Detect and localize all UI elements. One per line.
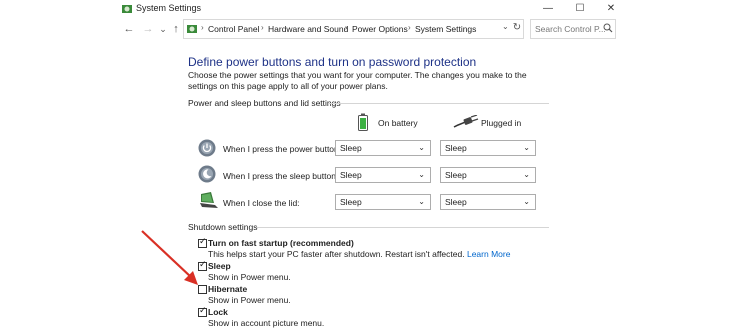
- fast-startup-description: This helps start your PC faster after sh…: [208, 249, 510, 259]
- close-button[interactable]: ✕: [598, 0, 624, 18]
- refresh-button[interactable]: ↻: [511, 21, 523, 35]
- select-value: Sleep: [445, 197, 467, 207]
- forward-button[interactable]: →: [141, 22, 155, 36]
- breadcrumb-control-panel[interactable]: Control Panel: [208, 24, 260, 34]
- chevron-down-icon: ⌄: [523, 170, 530, 179]
- control-panel-app-icon: [122, 5, 132, 13]
- chevron-down-icon: ⌄: [523, 197, 530, 206]
- sleep-option-description: Show in Power menu.: [208, 272, 291, 282]
- window-title: System Settings: [136, 3, 202, 13]
- breadcrumb-separator-icon: ›: [261, 23, 264, 32]
- sleep-button-plugged-in-select[interactable]: Sleep ⌄: [440, 167, 536, 183]
- close-lid-label: When I close the lid:: [223, 198, 300, 208]
- search-placeholder: Search Control P...: [535, 24, 606, 34]
- close-lid-on-battery-select[interactable]: Sleep ⌄: [335, 194, 431, 210]
- hibernate-option-description: Show in Power menu.: [208, 295, 291, 305]
- maximize-button[interactable]: ☐: [567, 0, 593, 18]
- lock-option-title: Lock: [208, 307, 228, 317]
- back-button[interactable]: ←: [122, 22, 136, 36]
- sleep-button-icon: [198, 165, 216, 183]
- breadcrumb-system-settings[interactable]: System Settings: [415, 24, 476, 34]
- page-description: Choose the power settings that you want …: [188, 70, 527, 91]
- page-title: Define power buttons and turn on passwor…: [188, 55, 477, 69]
- lock-checkbox[interactable]: [198, 306, 207, 317]
- chevron-down-icon: ⌄: [418, 143, 425, 152]
- breadcrumb-separator-icon: ›: [345, 23, 348, 32]
- power-button-label: When I press the power button:: [223, 144, 342, 154]
- control-panel-icon: [187, 25, 197, 33]
- hibernate-option-title: Hibernate: [208, 284, 248, 294]
- lock-option-description: Show in account picture menu.: [208, 318, 325, 328]
- select-value: Sleep: [340, 170, 362, 180]
- chevron-down-icon: ⌄: [523, 143, 530, 152]
- fast-startup-title: Turn on fast startup (recommended): [208, 238, 354, 248]
- battery-icon: [358, 113, 368, 131]
- power-button-icon: [198, 139, 216, 157]
- select-value: Sleep: [340, 143, 362, 153]
- annotation-arrow-icon: [141, 230, 198, 285]
- minimize-button[interactable]: —: [535, 0, 561, 18]
- up-button[interactable]: ↑: [169, 22, 183, 36]
- address-dropdown-icon[interactable]: ⌄: [502, 22, 510, 31]
- sleep-button-label: When I press the sleep button:: [223, 171, 339, 181]
- search-icon[interactable]: [603, 23, 613, 33]
- select-value: Sleep: [445, 143, 467, 153]
- recent-locations-button[interactable]: ⌄: [156, 22, 170, 36]
- chevron-down-icon: ⌄: [418, 197, 425, 206]
- learn-more-link[interactable]: Learn More: [467, 249, 510, 259]
- breadcrumb-separator-icon: ›: [408, 23, 411, 32]
- on-battery-header: On battery: [378, 118, 418, 128]
- select-value: Sleep: [445, 170, 467, 180]
- section-divider: [328, 103, 549, 104]
- title-bar: [0, 0, 740, 18]
- sleep-option-title: Sleep: [208, 261, 231, 271]
- breadcrumb-separator-icon: ›: [201, 23, 204, 32]
- breadcrumb-hardware-and-sound[interactable]: Hardware and Sound: [268, 24, 348, 34]
- plugged-in-header: Plugged in: [481, 118, 522, 128]
- power-button-on-battery-select[interactable]: Sleep ⌄: [335, 140, 431, 156]
- select-value: Sleep: [340, 197, 362, 207]
- fast-startup-desc-text: This helps start your PC faster after sh…: [208, 249, 465, 259]
- power-section-label: Power and sleep buttons and lid settings: [188, 98, 341, 108]
- close-lid-plugged-in-select[interactable]: Sleep ⌄: [440, 194, 536, 210]
- plug-icon: [453, 115, 479, 128]
- power-button-plugged-in-select[interactable]: Sleep ⌄: [440, 140, 536, 156]
- laptop-lid-icon: [200, 192, 218, 208]
- chevron-down-icon: ⌄: [418, 170, 425, 179]
- breadcrumb-power-options[interactable]: Power Options: [352, 24, 408, 34]
- sleep-button-on-battery-select[interactable]: Sleep ⌄: [335, 167, 431, 183]
- section-divider: [257, 227, 549, 228]
